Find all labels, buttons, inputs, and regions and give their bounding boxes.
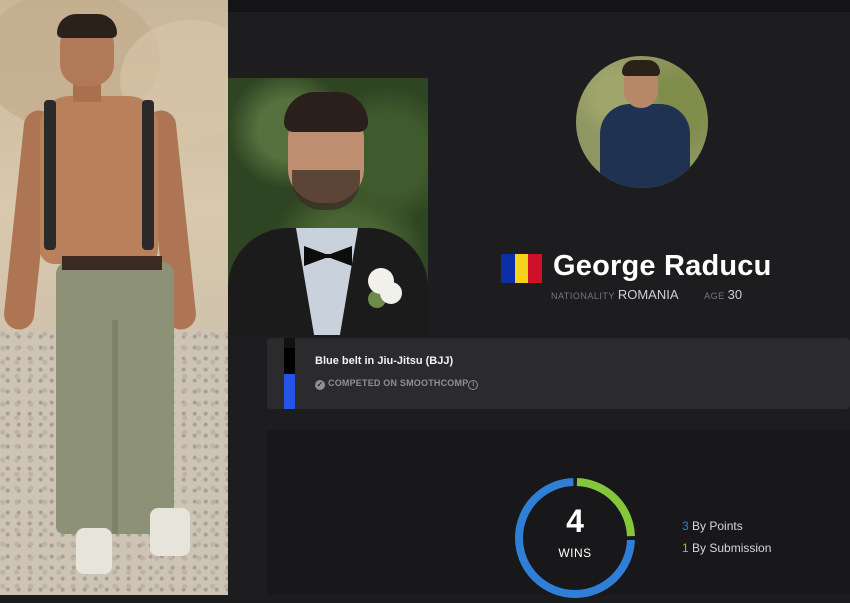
belt-subtitle: COMPETED ON SMOOTHCOMP (328, 378, 469, 388)
check-circle-icon: ✓ (315, 380, 325, 390)
info-icon[interactable]: i (468, 380, 479, 390)
nationality-value: ROMANIA (617, 287, 679, 302)
points-label: By Points (692, 519, 743, 533)
athlete-meta: NATIONALITY ROMANIA AGE 30 (551, 287, 764, 302)
wins-label: WINS (558, 546, 592, 560)
belt-bar-blue (284, 374, 295, 409)
belt-bar-tip (284, 338, 295, 348)
top-bar (228, 0, 850, 12)
wins-count: 4 (566, 503, 584, 539)
belt-title: Blue belt in Jiu-Jitsu (BJJ) (315, 355, 454, 367)
avatar[interactable] (576, 56, 708, 188)
legend-by-submission: 1 By Submission (682, 541, 771, 555)
belt-verified: ✓ COMPETED ON SMOOTHCOMP i (315, 378, 479, 390)
points-count: 3 (682, 519, 689, 533)
submission-label: By Submission (692, 541, 772, 555)
flag-stripe-yellow (514, 254, 529, 283)
submission-count: 1 (682, 541, 689, 555)
age-value: 30 (727, 287, 743, 302)
romania-flag-icon (501, 254, 543, 283)
tuxedo-photo (228, 78, 428, 335)
flag-stripe-blue (501, 254, 515, 283)
shirtless-hiker-photo (0, 0, 228, 595)
age-label: AGE (704, 291, 725, 301)
legend-by-points: 3 By Points (682, 519, 743, 533)
belt-card (267, 338, 850, 409)
athlete-name: George Raducu (553, 250, 772, 282)
nationality-label: NATIONALITY (551, 291, 615, 301)
belt-bar-black (284, 348, 295, 374)
flag-stripe-red (528, 254, 543, 283)
